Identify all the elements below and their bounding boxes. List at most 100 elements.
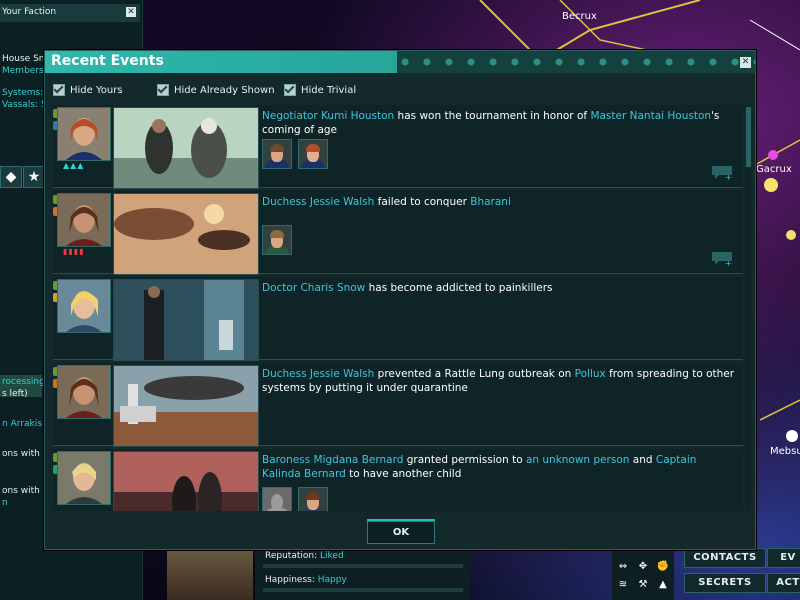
event-row[interactable]: Doctor Charis Snow has become addicted t… [53, 277, 743, 361]
happiness-value: Happy [317, 575, 347, 585]
event-entity-link[interactable]: Duchess Jessie Walsh [262, 196, 374, 208]
portrait-jessie-walsh [58, 194, 110, 246]
portrait-jessie-walsh [58, 366, 110, 418]
recent-events-dialog: Recent Events ✕ Hide Yours Hide Already … [44, 50, 756, 550]
event-row[interactable]: ▮▮▮▮ Duchess Jessie Walsh failed to conq… [53, 191, 743, 275]
event-description: Baroness Migdana Bernard granted permiss… [262, 453, 737, 481]
filter-label: Hide Yours [70, 84, 123, 96]
filter-row: Hide Yours Hide Already Shown Hide Trivi… [45, 73, 755, 105]
event-text-fragment: prevented a Rattle Lung outbreak on [374, 368, 575, 380]
svg-text:++: ++ [725, 259, 733, 267]
event-description: Duchess Jessie Walsh failed to conquer B… [262, 195, 737, 209]
faction-name: House Sno [2, 54, 50, 64]
side-text-relations-b[interactable]: ons with B [2, 449, 49, 459]
planet-mebsu[interactable] [786, 430, 798, 442]
happiness-label: Happiness: [265, 575, 315, 585]
fist-icon[interactable]: ✊ [654, 560, 672, 574]
participant-portrait[interactable] [298, 139, 328, 169]
comment-add-icon[interactable]: ++ [711, 251, 733, 267]
character-portrait[interactable] [57, 193, 111, 247]
map-label-mebsu[interactable]: Mebsu [770, 446, 800, 457]
triangle-icon[interactable]: ▲ [654, 578, 672, 592]
side-text-left: s left) [2, 389, 28, 399]
faction-members: Members: [2, 66, 47, 76]
svg-text:++: ++ [725, 173, 733, 181]
ok-button[interactable]: OK [367, 519, 435, 544]
planet-gacrux-star[interactable] [768, 150, 778, 160]
event-entity-link[interactable]: Baroness Migdana Bernard [262, 454, 403, 466]
close-button[interactable]: ✕ [740, 57, 751, 68]
checkbox-hide-trivial[interactable] [284, 84, 296, 96]
event-text-fragment: has become addicted to painkillers [365, 282, 553, 294]
event-illustration [113, 451, 259, 511]
character-portrait[interactable] [57, 107, 111, 161]
filter-hide-already-shown[interactable]: Hide Already Shown [157, 84, 275, 96]
checkbox-hide-already-shown[interactable] [157, 84, 169, 96]
dialog-footer: OK [45, 511, 755, 549]
star-icon[interactable]: ★ [23, 166, 45, 188]
event-participants [262, 139, 328, 169]
secrets-button[interactable]: SECRETS [684, 573, 766, 593]
side-text-n: n [2, 498, 8, 508]
map-label-becrux[interactable]: Becrux [562, 11, 597, 22]
checkbox-hide-yours[interactable] [53, 84, 65, 96]
leader-portrait[interactable] [167, 548, 253, 600]
event-description: Doctor Charis Snow has become addicted t… [262, 281, 737, 295]
map-tools-panel: ⇔ ✥ ✊ ≋ ⚒ ▲ [612, 548, 674, 600]
event-entity-link[interactable]: Master Nantai Houston [590, 110, 711, 122]
event-entity-link[interactable]: Bharani [470, 196, 511, 208]
contacts-button[interactable]: CONTACTS [684, 548, 766, 568]
unknown-participant-portrait[interactable] [262, 487, 292, 511]
filter-label: Hide Already Shown [174, 84, 275, 96]
side-text-relations-a[interactable]: ons with A [2, 486, 49, 496]
character-portrait[interactable] [57, 365, 111, 419]
event-text-fragment: to have another child [345, 468, 462, 480]
scrollbar-thumb[interactable] [746, 107, 751, 167]
event-row[interactable]: Baroness Migdana Bernard granted permiss… [53, 449, 743, 511]
event-participants [262, 225, 292, 255]
faction-vassals: Vassals: 5 [2, 100, 47, 110]
event-entity-link[interactable]: Pollux [575, 368, 606, 380]
events-scrollbar[interactable] [746, 105, 751, 511]
filter-hide-trivial[interactable]: Hide Trivial [284, 84, 356, 96]
event-text-fragment: has won the tournament in honor of [394, 110, 591, 122]
event-row[interactable]: ▲▲▲ Negotiator Kumi Houston has won the … [53, 105, 743, 189]
event-illustration [113, 107, 259, 189]
space-battle-image [114, 194, 258, 274]
character-portrait[interactable] [57, 279, 111, 333]
actions-button[interactable]: ACT [767, 573, 800, 593]
move-icon[interactable]: ✥ [634, 560, 652, 574]
planet-unnamed[interactable] [786, 230, 796, 240]
event-entity-link[interactable]: an unknown person [526, 454, 629, 466]
hammer-icon[interactable]: ⚒ [634, 578, 652, 592]
filter-hide-yours[interactable]: Hide Yours [53, 84, 123, 96]
comment-add-icon[interactable]: ++ [711, 165, 733, 181]
participant-portrait[interactable] [298, 487, 328, 511]
side-text-arrakis[interactable]: n Arrakis [2, 419, 42, 429]
event-text-fragment: and [629, 454, 656, 466]
events-button[interactable]: EV [767, 548, 800, 568]
quarantine-image [114, 366, 258, 446]
event-rank: ▲▲▲ [63, 161, 85, 170]
portrait-migdana-bernard [58, 452, 110, 504]
reputation-row: Reputation: Liked [265, 551, 344, 561]
planet-gacrux[interactable] [764, 178, 778, 192]
arrows-icon[interactable]: ⇔ [614, 560, 632, 574]
character-portrait[interactable] [57, 451, 111, 505]
event-illustration [113, 279, 259, 361]
faction-panel-close-icon[interactable]: ✕ [126, 7, 136, 17]
participant-portrait[interactable] [262, 225, 292, 255]
dialog-header: Recent Events ✕ [45, 51, 755, 73]
participant-portrait[interactable] [262, 139, 292, 169]
event-description: Negotiator Kumi Houston has won the tour… [262, 109, 737, 137]
event-entity-link[interactable]: Negotiator Kumi Houston [262, 110, 394, 122]
side-text-processing: rocessing [2, 377, 45, 387]
wifi-icon[interactable]: ≋ [614, 578, 632, 592]
event-entity-link[interactable]: Doctor Charis Snow [262, 282, 365, 294]
event-entity-link[interactable]: Duchess Jessie Walsh [262, 368, 374, 380]
diamond-icon[interactable]: ◆ [0, 166, 22, 188]
family-image [114, 452, 258, 511]
event-row[interactable]: Duchess Jessie Walsh prevented a Rattle … [53, 363, 743, 447]
events-list[interactable]: ▲▲▲ Negotiator Kumi Houston has won the … [53, 105, 743, 511]
map-label-gacrux[interactable]: Gacrux [756, 164, 792, 175]
